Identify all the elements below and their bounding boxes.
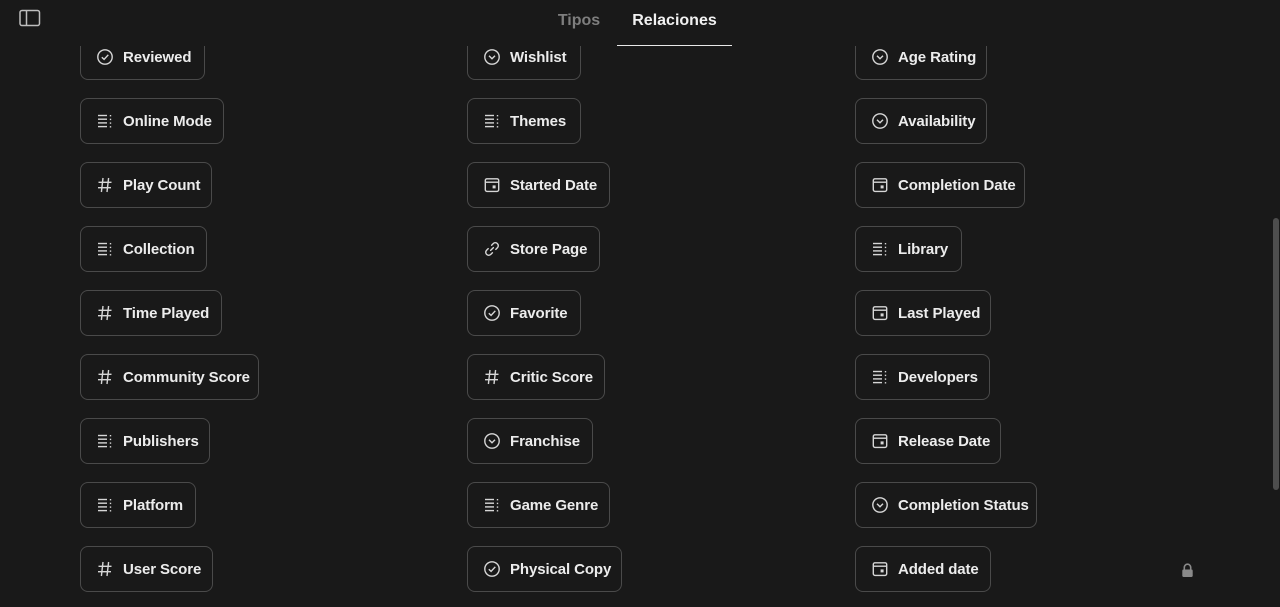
list-icon xyxy=(96,112,114,130)
list-icon xyxy=(871,240,889,258)
relation-chip-themes[interactable]: Themes xyxy=(467,98,581,144)
relation-chip-label: Developers xyxy=(898,368,978,386)
relation-chip-completion-date[interactable]: Completion Date xyxy=(855,162,1025,208)
circle-chevron-down-icon xyxy=(871,48,889,66)
relation-chip-game-genre[interactable]: Game Genre xyxy=(467,482,610,528)
relation-chip-label: Favorite xyxy=(510,304,568,322)
tab-bar: Tipos Relaciones xyxy=(0,0,1280,46)
relation-chip-availability[interactable]: Availability xyxy=(855,98,987,144)
relation-chip-label: Physical Copy xyxy=(510,560,612,578)
relation-chip-label: Store Page xyxy=(510,240,588,258)
relation-chip-label: Started Date xyxy=(510,176,598,194)
relation-chip-label: Completion Status xyxy=(898,496,1029,514)
relation-chip-label: Wishlist xyxy=(510,48,567,66)
calendar-icon xyxy=(871,304,889,322)
relation-chip-publishers[interactable]: Publishers xyxy=(80,418,210,464)
list-icon xyxy=(871,368,889,386)
relation-chip-label: Time Played xyxy=(123,304,210,322)
lock-icon xyxy=(1181,563,1194,578)
top-bar: Tipos Relaciones xyxy=(0,0,1280,46)
relation-chip-favorite[interactable]: Favorite xyxy=(467,290,581,336)
relation-chip-last-played[interactable]: Last Played xyxy=(855,290,991,336)
relation-chip-label: Availability xyxy=(898,112,976,130)
relation-chip-user-score[interactable]: User Score xyxy=(80,546,213,592)
relation-chip-label: Reviewed xyxy=(123,48,192,66)
relation-chip-label: User Score xyxy=(123,560,202,578)
hash-icon xyxy=(96,368,114,386)
circle-chevron-down-icon xyxy=(871,496,889,514)
relation-chip-library[interactable]: Library xyxy=(855,226,962,272)
calendar-icon xyxy=(871,176,889,194)
calendar-icon xyxy=(871,432,889,450)
hash-icon xyxy=(96,304,114,322)
tab-relaciones[interactable]: Relaciones xyxy=(617,0,732,46)
relation-chip-started-date[interactable]: Started Date xyxy=(467,162,610,208)
relation-chip-label: Collection xyxy=(123,240,195,258)
relation-chip-label: Completion Date xyxy=(898,176,1016,194)
relation-chip-label: Publishers xyxy=(123,432,199,450)
list-icon xyxy=(96,240,114,258)
relation-chip-community-score[interactable]: Community Score xyxy=(80,354,259,400)
circle-chevron-down-icon xyxy=(871,112,889,130)
relation-chip-label: Critic Score xyxy=(510,368,593,386)
list-icon xyxy=(96,496,114,514)
relation-chip-completion-status[interactable]: Completion Status xyxy=(855,482,1037,528)
relation-chip-online-mode[interactable]: Online Mode xyxy=(80,98,224,144)
relation-chip-label: Play Count xyxy=(123,176,201,194)
relation-chip-label: Last Played xyxy=(898,304,981,322)
list-icon xyxy=(96,432,114,450)
relation-chip-label: Themes xyxy=(510,112,567,130)
relation-chip-critic-score[interactable]: Critic Score xyxy=(467,354,605,400)
relation-chip-added-date[interactable]: Added date xyxy=(855,546,991,592)
hash-icon xyxy=(96,176,114,194)
circle-check-icon xyxy=(483,304,501,322)
relation-grid: Reviewed Online Mode Play Count Collection T… xyxy=(0,0,1280,607)
relation-chip-developers[interactable]: Developers xyxy=(855,354,990,400)
link-icon xyxy=(483,240,501,258)
circle-check-icon xyxy=(483,560,501,578)
relation-chip-label: Game Genre xyxy=(510,496,599,514)
relation-chip-release-date[interactable]: Release Date xyxy=(855,418,1001,464)
relation-chip-label: Community Score xyxy=(123,368,250,386)
relation-chip-play-count[interactable]: Play Count xyxy=(80,162,212,208)
relation-chip-label: Added date xyxy=(898,560,979,578)
relation-chip-label: Platform xyxy=(123,496,184,514)
relation-chip-label: Franchise xyxy=(510,432,580,450)
relation-chip-franchise[interactable]: Franchise xyxy=(467,418,593,464)
relation-chip-physical-copy[interactable]: Physical Copy xyxy=(467,546,622,592)
relation-chip-store-page[interactable]: Store Page xyxy=(467,226,600,272)
relation-chip-label: Library xyxy=(898,240,949,258)
calendar-icon xyxy=(871,560,889,578)
list-icon xyxy=(483,496,501,514)
relation-chip-platform[interactable]: Platform xyxy=(80,482,196,528)
relation-chip-label: Online Mode xyxy=(123,112,212,130)
relation-chip-time-played[interactable]: Time Played xyxy=(80,290,222,336)
circle-chevron-down-icon xyxy=(483,48,501,66)
list-icon xyxy=(483,112,501,130)
tab-tipos[interactable]: Tipos xyxy=(545,0,613,46)
relation-chip-collection[interactable]: Collection xyxy=(80,226,207,272)
circle-chevron-down-icon xyxy=(483,432,501,450)
hash-icon xyxy=(483,368,501,386)
calendar-icon xyxy=(483,176,501,194)
relation-chip-label: Release Date xyxy=(898,432,991,450)
relation-chip-label: Age Rating xyxy=(898,48,977,66)
hash-icon xyxy=(96,560,114,578)
circle-check-icon xyxy=(96,48,114,66)
scrollbar-thumb[interactable] xyxy=(1273,218,1279,490)
